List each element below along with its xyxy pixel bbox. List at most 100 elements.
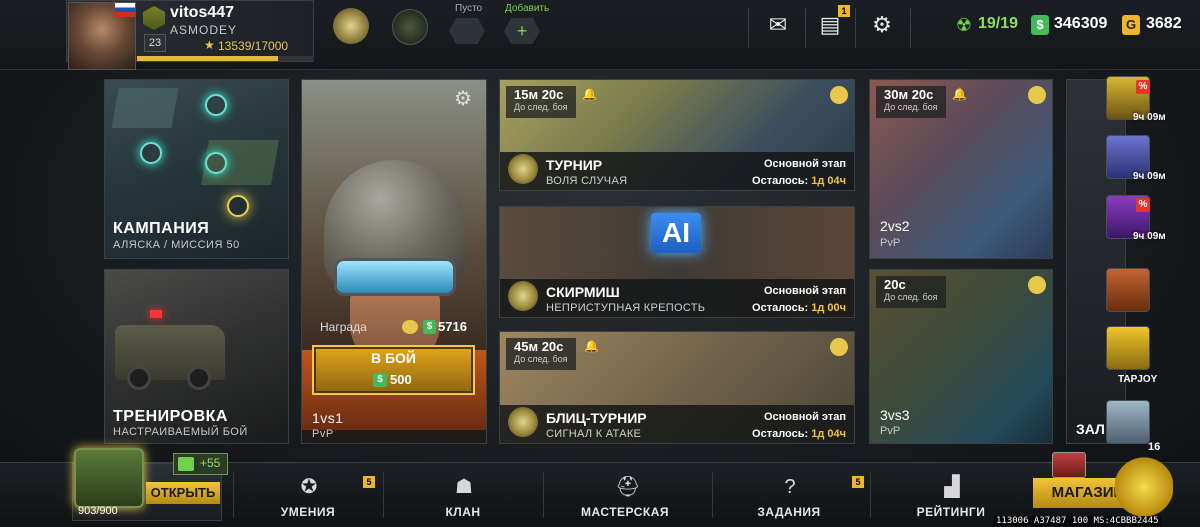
blitz-timer-note: До след. боя xyxy=(514,354,568,364)
player-nickname: vitos447 xyxy=(170,4,235,21)
premium-offer-timer: 9ч 09м xyxy=(1133,231,1166,242)
training-card[interactable]: ТРЕНИРОВКА НАСТРАИВАЕМЫЙ БОЙ xyxy=(104,269,289,444)
league-medal-icon[interactable] xyxy=(333,8,369,44)
shop-chest-icon xyxy=(1052,452,1086,478)
skills-badge: 5 xyxy=(363,476,375,488)
pvp-3v3-card[interactable]: 20с До след. боя 3vs3 PvP xyxy=(869,269,1053,444)
time-left-value: 1д 04ч xyxy=(811,428,846,440)
gear-icon[interactable]: ⚙ xyxy=(452,88,474,110)
timer-box: 45м 20с До след. боя xyxy=(506,338,576,370)
time-left-value: 1д 00ч xyxy=(811,302,846,314)
discount-badge: % xyxy=(1136,198,1150,212)
divider xyxy=(870,472,871,518)
nav-workshop[interactable]: ⛑ МАСТЕРСКАЯ xyxy=(550,470,700,522)
gold-pile-icon xyxy=(1115,457,1173,517)
skirmish-card[interactable]: AI СКИРМИШ НЕПРИСТУПНАЯ КРЕПОСТЬ Основно… xyxy=(499,206,855,318)
ai-badge: AI xyxy=(651,213,701,253)
nav-clan[interactable]: ☗ КЛАН xyxy=(388,470,538,522)
tournament-timer-note: До след. боя xyxy=(514,102,568,112)
blitz-timer: 45м 20с xyxy=(514,339,564,354)
mission-node-icon xyxy=(140,142,162,164)
tournament-timer: 15м 20с xyxy=(514,87,564,102)
add-slot-label: Добавить xyxy=(505,3,550,14)
pvp-2v2-card[interactable]: 30м 20с До след. боя 🔔 2vs2 PvP xyxy=(869,79,1053,259)
discount-badge: % xyxy=(1136,80,1150,94)
mission-node-icon xyxy=(205,94,227,116)
tasks-icon: ? xyxy=(784,476,796,498)
divider xyxy=(855,8,856,48)
tournament-stage: Основной этап xyxy=(763,158,846,170)
wheel xyxy=(127,366,151,390)
skirmish-emblem-icon xyxy=(508,281,538,311)
flag-badge-icon xyxy=(830,86,848,104)
avatar[interactable] xyxy=(68,2,136,70)
chest-icon[interactable] xyxy=(74,448,144,508)
nav-workshop-label: МАСТЕРСКАЯ xyxy=(580,505,670,519)
star-icon: ★ xyxy=(204,38,215,52)
energy-value: 19/19 xyxy=(978,15,1019,32)
empty-slot[interactable] xyxy=(449,18,485,44)
nav-skills-label: УМЕНИЯ xyxy=(280,505,336,519)
mail-icon[interactable]: ✉ xyxy=(766,13,790,37)
box-offer[interactable] xyxy=(1106,400,1150,444)
campaign-card[interactable]: КАМПАНИЯ АЛЯСКА / МИССИЯ 50 xyxy=(104,79,289,259)
bell-icon[interactable]: 🔔 xyxy=(584,339,599,353)
bell-icon[interactable]: 🔔 xyxy=(952,87,967,101)
chat-badge: 1 xyxy=(838,5,850,17)
blitz-card[interactable]: 45м 20с До след. боя 🔔 БЛИЦ-ТУРНИР СИГНА… xyxy=(499,331,855,444)
bonus-value: +55 xyxy=(200,456,221,470)
pvp-1v1-sub: PvP xyxy=(312,428,334,440)
time-left-label: Осталось: xyxy=(752,302,809,314)
timer-box: 15м 20с До след. боя xyxy=(506,86,576,118)
skirmish-stage: Основной этап xyxy=(763,285,846,297)
map-tile xyxy=(111,88,179,128)
debug-info: 113006 A37487 100 MS:4CBBB2445 xyxy=(994,516,1161,526)
add-slot-button[interactable]: + xyxy=(504,18,540,44)
tapjoy-offer[interactable] xyxy=(1106,326,1150,370)
player-level: 23 xyxy=(144,34,166,52)
divider xyxy=(748,8,749,48)
wheel xyxy=(187,366,211,390)
campaign-title: КАМПАНИЯ xyxy=(113,220,210,237)
tournament-subtitle: ВОЛЯ СЛУЧАЯ xyxy=(546,175,628,187)
division-medal-icon[interactable] xyxy=(392,9,428,45)
soldier-goggles xyxy=(334,258,456,296)
nav-skills[interactable]: ✪ 5 УМЕНИЯ xyxy=(233,470,383,522)
nav-tasks[interactable]: ? 5 ЗАДАНИЯ xyxy=(714,470,864,522)
clan-icon: ☗ xyxy=(455,476,473,498)
divider xyxy=(712,472,713,518)
gear-icon[interactable]: ⚙ xyxy=(870,13,894,37)
time-left-label: Осталось: xyxy=(752,175,809,187)
gold-value: 3682 xyxy=(1146,15,1182,32)
tasks-badge: 5 xyxy=(852,476,864,488)
pvp-2v2-timer: 30м 20с xyxy=(884,87,934,102)
tournament-time-left: Осталось: 1д 04ч xyxy=(752,175,846,187)
flag-badge-icon xyxy=(1028,86,1046,104)
divider xyxy=(543,472,544,518)
empty-slot-label: Пусто xyxy=(455,3,483,14)
gold-offer-timer: 9ч 09м xyxy=(1133,112,1166,123)
chips-offer-timer: 9ч 09м xyxy=(1133,171,1166,182)
training-subtitle: НАСТРАИВАЕМЫЙ БОЙ xyxy=(113,426,248,438)
pvp-2v2-sub: PvP xyxy=(880,237,901,249)
divider xyxy=(910,8,911,48)
chest-offer[interactable] xyxy=(1106,268,1150,312)
pvp-3v3-mode: 3vs3 xyxy=(880,407,910,423)
flag-badge-icon xyxy=(830,338,848,356)
tournament-emblem-icon xyxy=(508,154,538,184)
open-chest-button[interactable]: ОТКРЫТЬ xyxy=(146,482,220,504)
bell-icon[interactable]: 🔔 xyxy=(582,87,597,101)
blitz-stage: Основной этап xyxy=(763,411,846,423)
nav-ratings[interactable]: ▟ РЕЙТИНГИ xyxy=(876,470,1026,522)
hall-card[interactable] xyxy=(1066,79,1126,444)
skirmish-title: СКИРМИШ xyxy=(546,284,620,300)
reward-label: Награда xyxy=(320,320,367,334)
skirmish-subtitle: НЕПРИСТУПНАЯ КРЕПОСТЬ xyxy=(546,302,706,314)
tournament-card[interactable]: 15м 20с До след. боя 🔔 ТУРНИР ВОЛЯ СЛУЧА… xyxy=(499,79,855,191)
blitz-title: БЛИЦ-ТУРНИР xyxy=(546,410,647,426)
training-title: ТРЕНИРОВКА xyxy=(113,408,228,425)
cash-icon: $ xyxy=(423,320,436,334)
nav-tasks-label: ЗАДАНИЯ xyxy=(757,505,821,519)
reward-value: 5716 xyxy=(438,319,467,334)
box-count: 16 xyxy=(1148,441,1161,453)
